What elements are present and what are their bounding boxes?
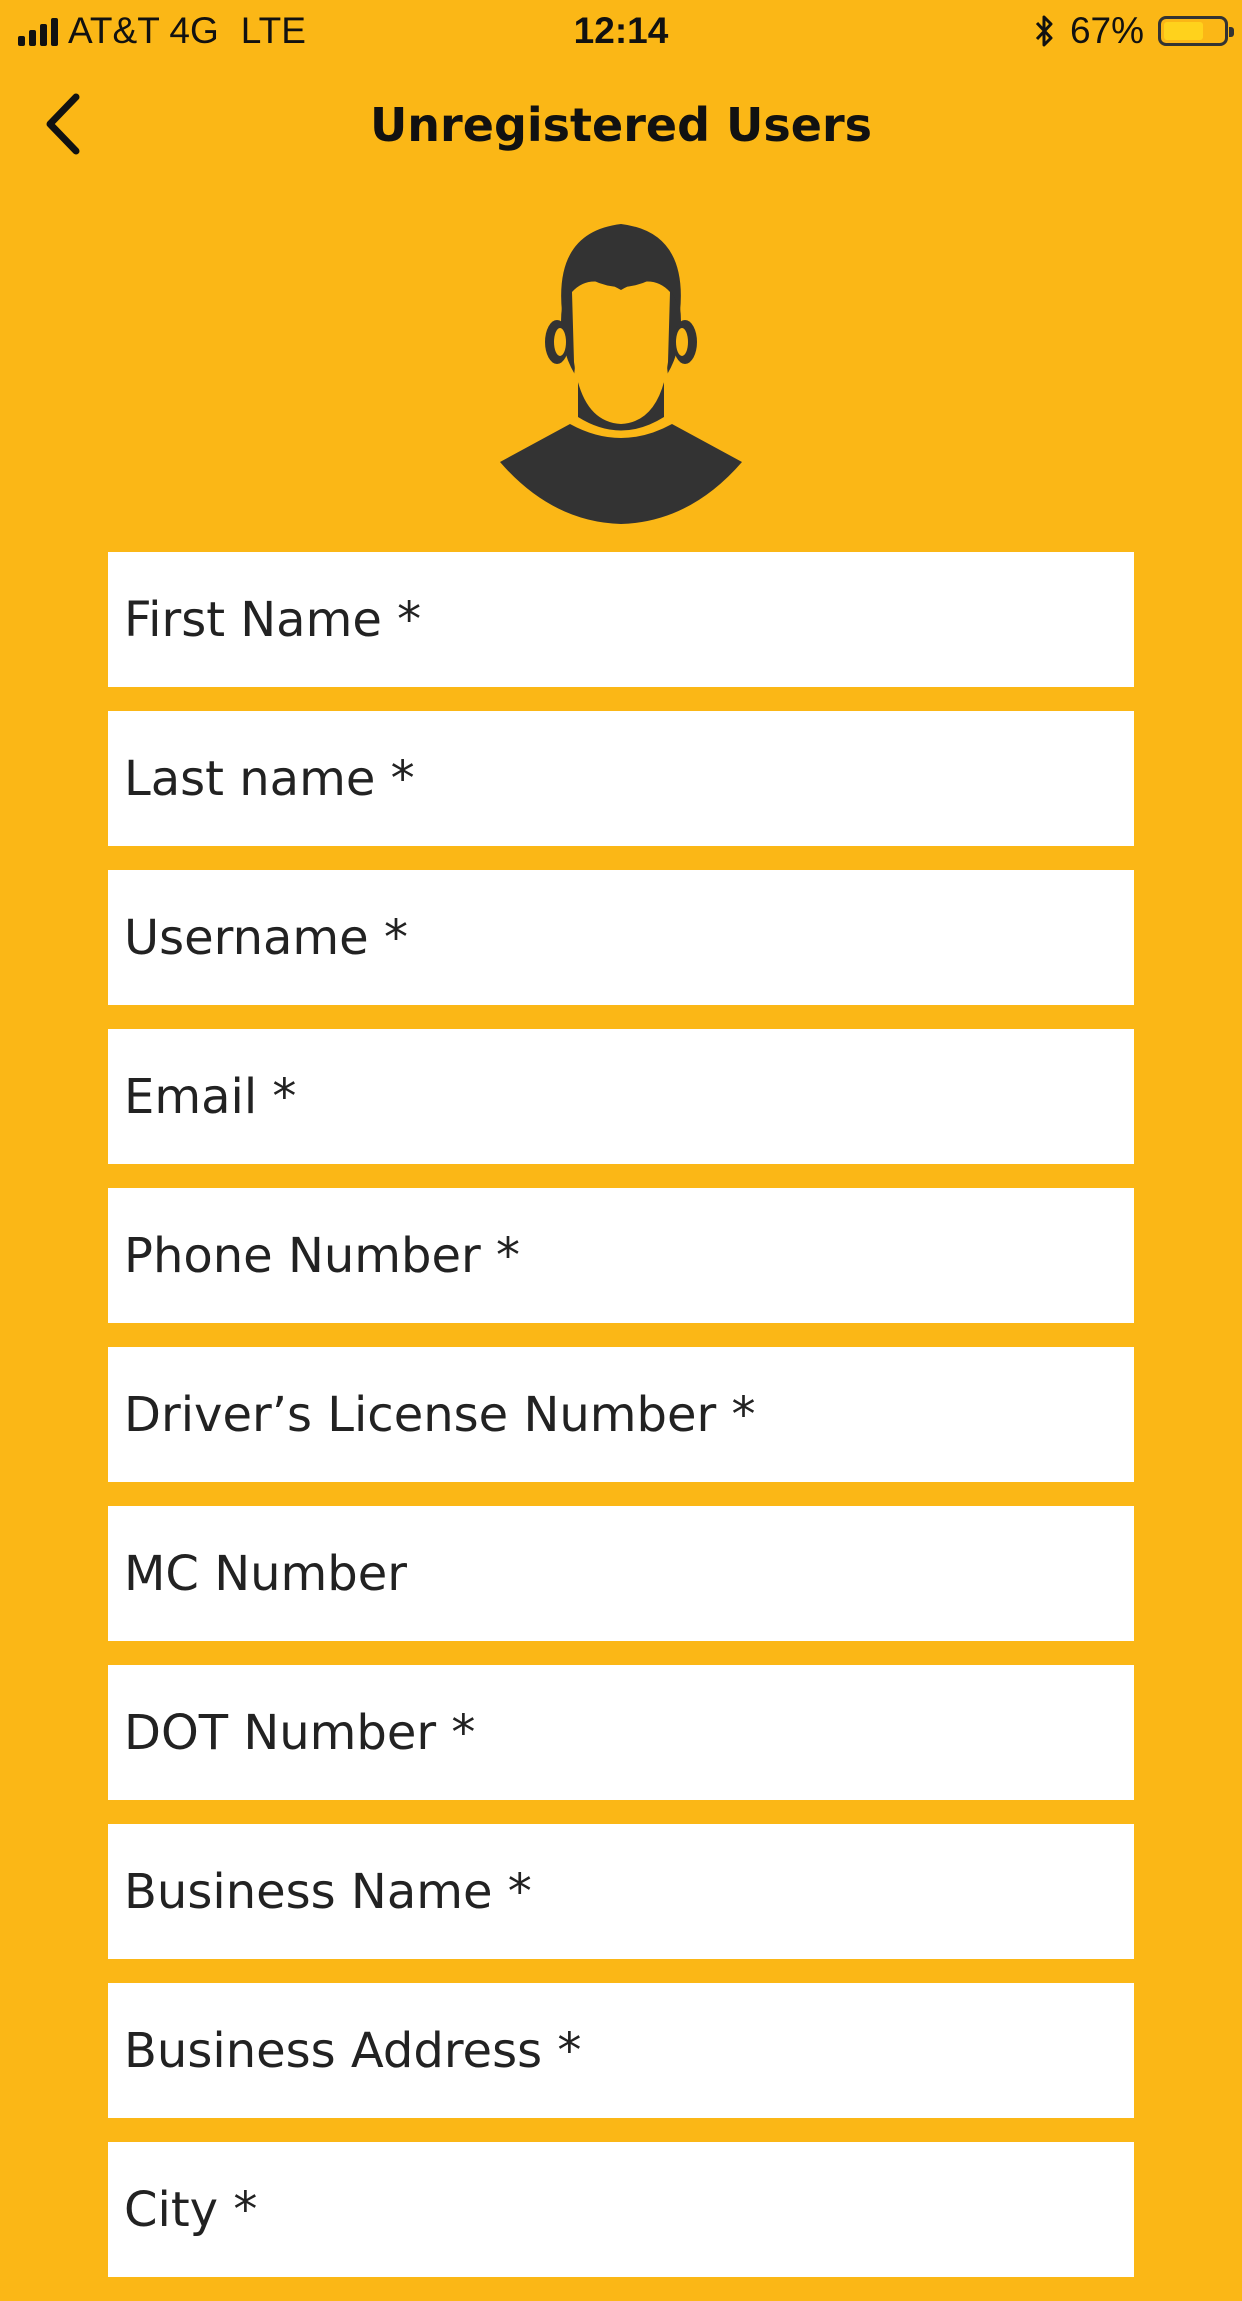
- business-name-input[interactable]: [124, 1824, 1134, 1959]
- email-field[interactable]: [108, 1029, 1134, 1164]
- username-input[interactable]: [124, 870, 1134, 1005]
- city-field[interactable]: [108, 2142, 1134, 2277]
- first-name-field[interactable]: [108, 552, 1134, 687]
- first-name-input[interactable]: [124, 552, 1134, 687]
- dot-number-field[interactable]: [108, 1665, 1134, 1800]
- battery-icon: [1158, 16, 1234, 46]
- email-input[interactable]: [124, 1029, 1134, 1164]
- bluetooth-icon: [1035, 15, 1053, 47]
- drivers-license-input[interactable]: [124, 1347, 1134, 1482]
- last-name-input[interactable]: [124, 711, 1134, 846]
- city-input[interactable]: [124, 2142, 1134, 2277]
- mc-number-input[interactable]: [124, 1506, 1134, 1641]
- dot-number-input[interactable]: [124, 1665, 1134, 1800]
- phone-number-field[interactable]: [108, 1188, 1134, 1323]
- drivers-license-field[interactable]: [108, 1347, 1134, 1482]
- battery-fill: [1164, 22, 1203, 40]
- registration-form: [108, 552, 1134, 2301]
- last-name-field[interactable]: [108, 711, 1134, 846]
- mc-number-field[interactable]: [108, 1506, 1134, 1641]
- nav-bar: Unregistered Users: [0, 70, 1242, 182]
- phone-number-input[interactable]: [124, 1188, 1134, 1323]
- business-address-input[interactable]: [124, 1983, 1134, 2118]
- user-avatar-icon: [490, 212, 752, 524]
- business-name-field[interactable]: [108, 1824, 1134, 1959]
- business-address-field[interactable]: [108, 1983, 1134, 2118]
- page-title: Unregistered Users: [369, 98, 873, 152]
- status-bar: AT&T 4G LTE 12:14 67%: [0, 0, 1242, 62]
- username-field[interactable]: [108, 870, 1134, 1005]
- battery-percent: 67%: [1069, 10, 1144, 51]
- status-right: 67%: [1034, 10, 1234, 52]
